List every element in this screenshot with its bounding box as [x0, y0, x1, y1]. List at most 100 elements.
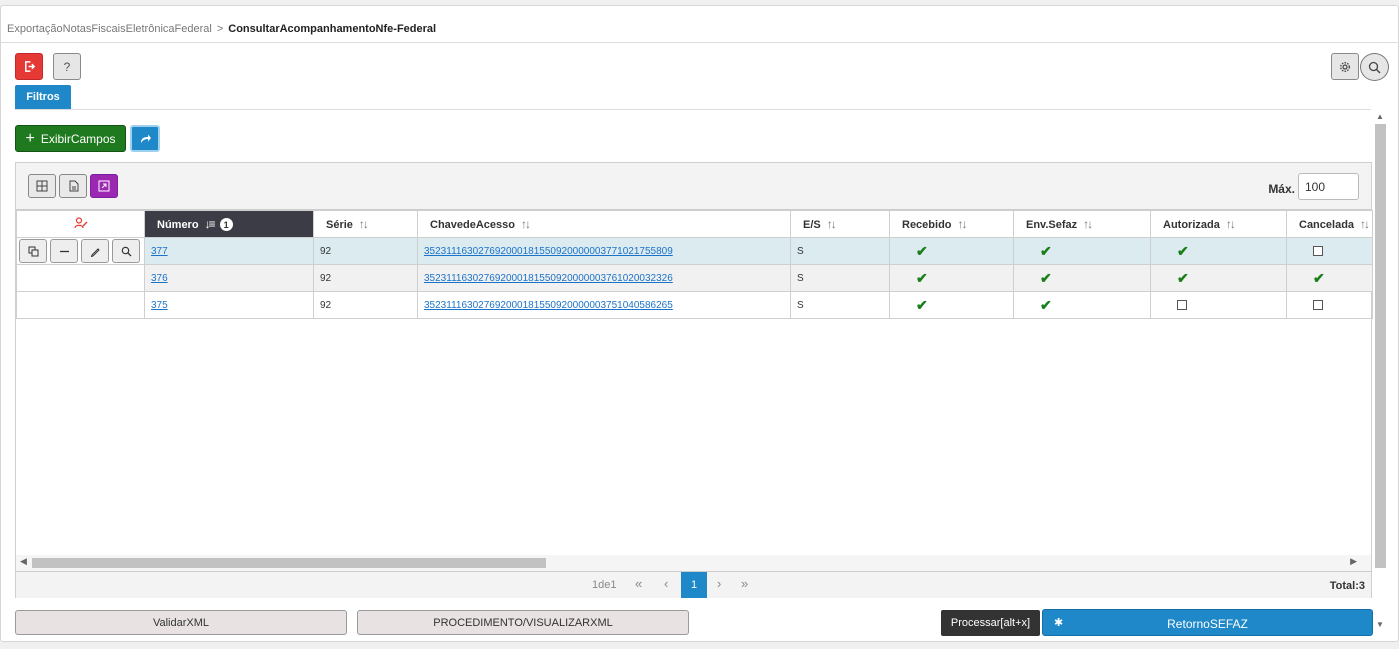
vertical-scrollbar[interactable]: ▲ ▼: [1374, 112, 1387, 635]
grid-toolbar: Máx.: [16, 163, 1371, 210]
table-header-row: Número ↓≡ 1 Série ↑↓ ChavedeAcesso ↑↓ E/S ↑↓ …: [16, 210, 1373, 238]
next-page-icon[interactable]: ›: [717, 576, 721, 591]
cell-numero-link[interactable]: 377: [151, 246, 168, 257]
view-row-button[interactable]: [112, 239, 140, 263]
grid-layout-button[interactable]: [28, 174, 56, 198]
pencil-icon: [90, 247, 100, 257]
horizontal-scrollbar[interactable]: ◀ ▶: [16, 555, 1371, 571]
cell-es-value: S: [797, 245, 804, 257]
cell-recebido: ✔: [889, 237, 1014, 265]
retorno-sefaz-button[interactable]: ✱ RetornoSEFAZ: [1042, 609, 1373, 636]
checkmark-icon: ✔: [1177, 270, 1189, 286]
search-button[interactable]: [1360, 53, 1389, 81]
edit-row-button[interactable]: [81, 239, 109, 263]
horizontal-scroll-thumb[interactable]: [32, 558, 546, 568]
cell-numero-link[interactable]: 375: [151, 300, 168, 311]
column-header-es[interactable]: E/S ↑↓: [790, 210, 890, 238]
breadcrumb-separator: >: [216, 23, 224, 35]
vertical-scroll-thumb[interactable]: [1375, 124, 1386, 568]
checkmark-icon: ✔: [1040, 270, 1052, 286]
scroll-right-icon[interactable]: ▶: [1350, 556, 1357, 567]
table-row[interactable]: 376 92 35231116302769200018155092000000376…: [16, 264, 1373, 292]
last-page-icon[interactable]: »: [741, 576, 748, 591]
validar-xml-button[interactable]: ValidarXML: [15, 610, 347, 635]
breadcrumb-parent[interactable]: ExportaçãoNotasFiscaisEletrônicaFederal: [7, 23, 212, 35]
column-header-serie[interactable]: Série ↑↓: [313, 210, 418, 238]
retorno-sefaz-label: RetornoSEFAZ: [1167, 617, 1248, 631]
column-header-numero[interactable]: Número ↓≡ 1: [144, 210, 314, 238]
cell-numero: 376: [144, 264, 314, 292]
column-label: Env.Sefaz: [1026, 219, 1078, 231]
scroll-down-icon[interactable]: ▼: [1376, 620, 1384, 629]
remove-row-button[interactable]: [50, 239, 78, 263]
cell-env-sefaz: ✔: [1013, 264, 1151, 292]
cell-es: S: [790, 237, 890, 265]
cell-autorizada: [1150, 291, 1287, 319]
cell-serie: 92: [313, 237, 418, 265]
settings-button[interactable]: [1331, 53, 1359, 80]
checkmark-icon: ✔: [1177, 243, 1189, 259]
exit-icon: [24, 61, 35, 72]
procedimento-visualizar-xml-button[interactable]: PROCEDIMENTO/VISUALIZARXML: [357, 610, 689, 635]
copy-icon: [28, 246, 38, 256]
cell-chave-acesso: 3523111630276920001815509200000037610200…: [417, 264, 791, 292]
table-icon: [36, 180, 48, 192]
cell-numero: 377: [144, 237, 314, 265]
sort-icon: ↑↓: [1360, 217, 1370, 231]
cell-autorizada: ✔: [1150, 264, 1287, 292]
cell-es: S: [790, 264, 890, 292]
sort-desc-icon: ↓≡: [204, 216, 216, 231]
sort-order-badge: 1: [219, 218, 233, 232]
cell-serie-value: 92: [320, 299, 332, 311]
column-header-chave[interactable]: ChavedeAcesso ↑↓: [417, 210, 791, 238]
cell-cancelada: [1286, 237, 1373, 265]
page-button-current[interactable]: 1: [681, 572, 707, 598]
exit-button[interactable]: [15, 53, 43, 80]
cell-serie-value: 92: [320, 245, 332, 257]
column-header-actions[interactable]: [16, 210, 145, 238]
header-divider: [1, 42, 1399, 43]
column-header-autorizada[interactable]: Autorizada ↑↓: [1150, 210, 1287, 238]
cell-chave-acesso: 3523111630276920001815509200000037710217…: [417, 237, 791, 265]
total-count: Total:3: [1329, 580, 1365, 592]
expand-icon: [98, 180, 110, 192]
row-actions-cell: [16, 291, 145, 319]
plus-icon: +: [25, 129, 35, 147]
cell-chave-acesso-link[interactable]: 3523111630276920001815509200000037610200…: [424, 273, 673, 284]
help-icon: ?: [63, 59, 71, 74]
column-label: Número: [157, 218, 199, 231]
checkmark-icon: ✔: [916, 297, 928, 313]
prev-page-icon[interactable]: ‹: [664, 576, 668, 591]
scroll-left-icon[interactable]: ◀: [20, 556, 27, 567]
checkmark-icon: ✔: [916, 270, 928, 286]
cell-serie-value: 92: [320, 272, 332, 284]
max-records-input[interactable]: [1298, 173, 1359, 200]
expand-button[interactable]: [90, 174, 118, 198]
first-page-icon[interactable]: «: [635, 576, 642, 591]
tab-filtros[interactable]: Filtros: [15, 85, 71, 109]
column-header-cancelada[interactable]: Cancelada ↑↓: [1286, 210, 1373, 238]
file-icon: [69, 180, 78, 192]
gear-icon: [1340, 61, 1350, 72]
column-header-env-sefaz[interactable]: Env.Sefaz ↑↓: [1013, 210, 1151, 238]
help-button[interactable]: ?: [53, 53, 81, 80]
breadcrumb: ExportaçãoNotasFiscaisEletrônicaFederal >…: [7, 23, 436, 35]
table-row[interactable]: 375 92 35231116302769200018155092000000375…: [16, 291, 1373, 319]
cell-numero-link[interactable]: 376: [151, 273, 168, 284]
cell-chave-acesso-link[interactable]: 3523111630276920001815509200000037510405…: [424, 300, 673, 311]
exibir-campos-button[interactable]: + ExibirCampos: [15, 125, 126, 152]
share-button[interactable]: [130, 125, 160, 152]
checkmark-icon: ✔: [1040, 243, 1052, 259]
scroll-up-icon[interactable]: ▲: [1376, 112, 1384, 121]
exibir-campos-label: ExibirCampos: [40, 131, 116, 146]
copy-row-button[interactable]: [19, 239, 47, 263]
export-file-button[interactable]: [59, 174, 87, 198]
sort-icon: ↑↓: [1225, 217, 1236, 231]
empty-checkbox-icon: [1313, 300, 1323, 310]
sort-icon: ↑↓: [521, 217, 531, 231]
column-label: Cancelada: [1299, 219, 1355, 231]
column-header-recebido[interactable]: Recebido ↑↓: [889, 210, 1014, 238]
cell-chave-acesso-link[interactable]: 3523111630276920001815509200000037710217…: [424, 246, 673, 257]
table-row[interactable]: 377 92 35231116302769200018155092000000377…: [16, 237, 1373, 265]
cell-chave-acesso: 3523111630276920001815509200000037510405…: [417, 291, 791, 319]
